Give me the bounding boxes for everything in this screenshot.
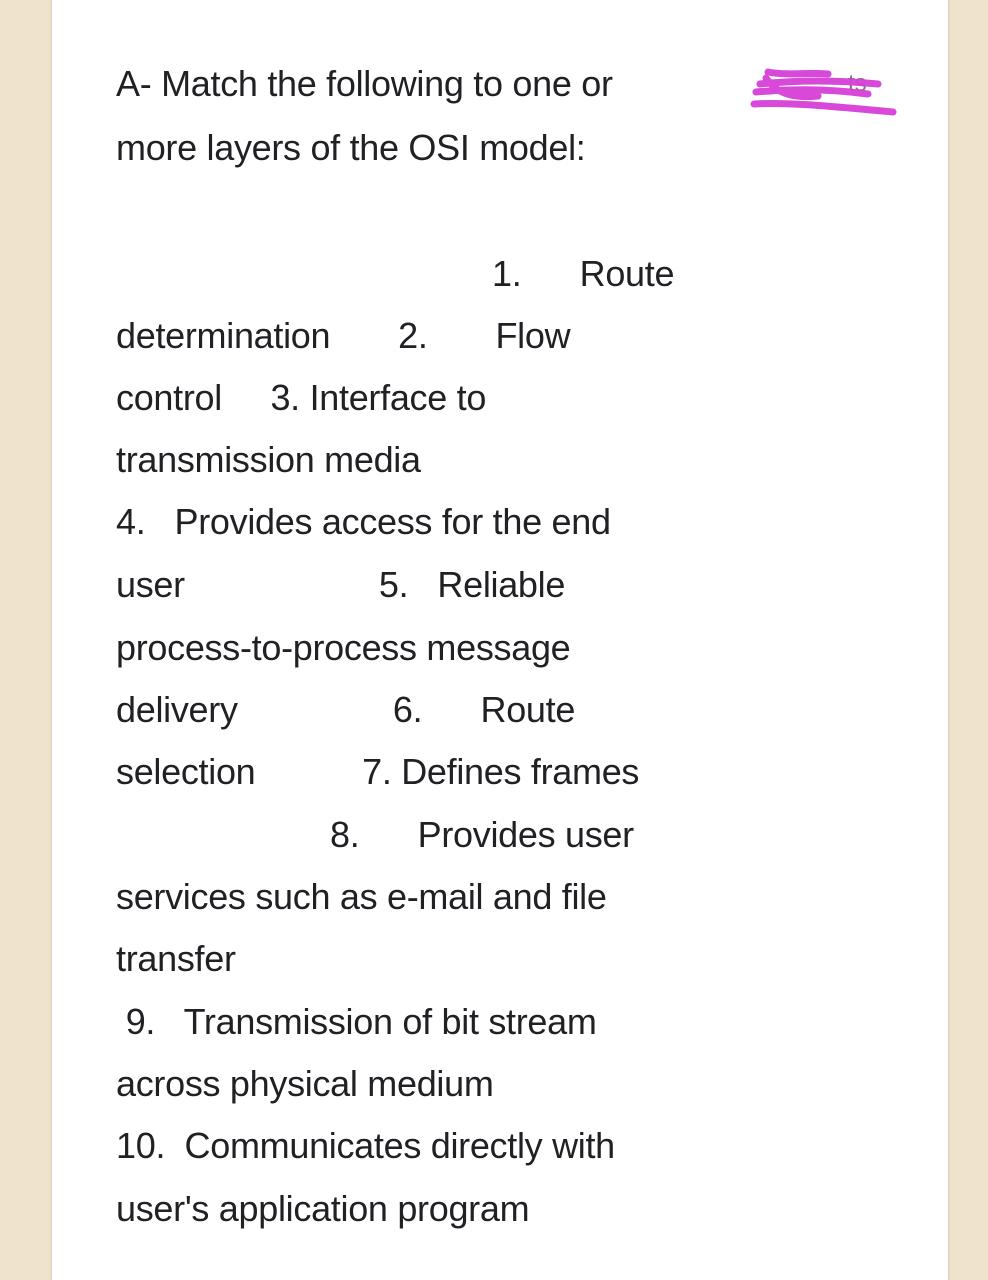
item-line: services such as e-mail and file — [116, 876, 607, 917]
item-line: process-to-process message — [116, 627, 571, 668]
item-line: across physical medium — [116, 1063, 494, 1104]
item-line: 10. Communicates directly with — [116, 1125, 615, 1166]
question-title-line-1: A- Match the following to one or — [116, 63, 613, 104]
item-line: 8. Provides user — [330, 814, 634, 855]
scribble-stroke — [750, 99, 897, 116]
item-line: 9. Transmission of bit stream — [116, 1001, 597, 1042]
item-line: determination 2. Flow — [116, 315, 571, 356]
redaction-scribble: ts — [748, 66, 898, 126]
item-line: user's application program — [116, 1188, 530, 1229]
scribble-stroke — [764, 68, 832, 78]
item-line: transfer — [116, 938, 236, 979]
item-line: user 5. Reliable — [116, 564, 566, 605]
item-line: selection 7. Defines frames — [116, 751, 640, 792]
item-line: 1. Route — [492, 253, 675, 294]
item-line: 4. Provides access for the end — [116, 501, 611, 542]
item-line: control 3. Interface to — [116, 377, 487, 418]
item-line: delivery 6. Route — [116, 689, 576, 730]
item-line: transmission media — [116, 439, 421, 480]
question-title-line-2: more layers of the OSI model: — [116, 127, 586, 168]
scribble-stroke — [756, 77, 882, 88]
